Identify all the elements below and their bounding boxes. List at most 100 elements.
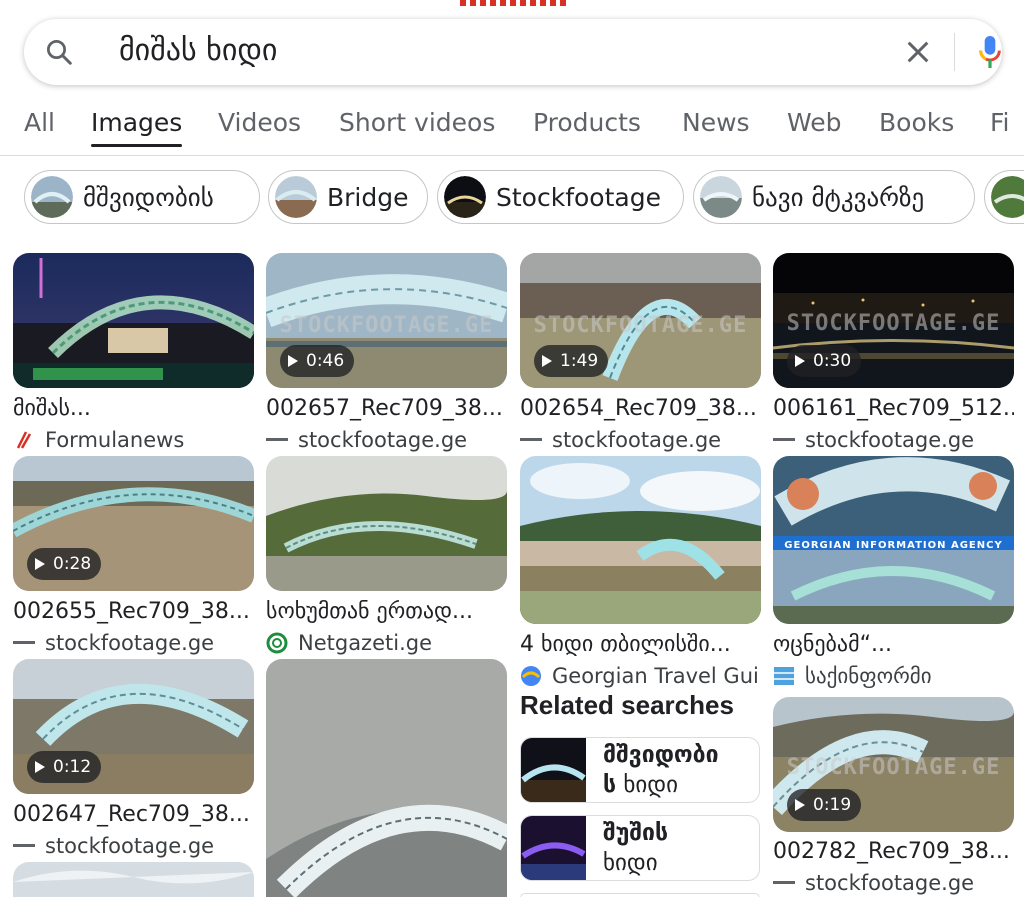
related-search-item[interactable]: შუშის ხიდი: [520, 815, 760, 881]
result-source[interactable]: stockfootage.ge: [13, 631, 254, 655]
result-source[interactable]: საქინფორმი: [773, 664, 1014, 688]
result-source[interactable]: Netgazeti.ge: [266, 631, 507, 655]
play-icon: [35, 761, 45, 773]
result-image[interactable]: [13, 253, 254, 388]
watermark-text: GEORGIAN INFORMATION AGENCY: [784, 540, 1003, 551]
result-image[interactable]: [266, 456, 507, 591]
clear-icon[interactable]: [902, 36, 934, 68]
result-title[interactable]: 002657_Rec709_38...: [266, 396, 507, 421]
result-image[interactable]: [266, 659, 507, 897]
image-result[interactable]: STOCKFOOTAGE.GE 0:46 002657_Rec709_38...…: [266, 253, 507, 452]
microphone-icon[interactable]: [974, 33, 1006, 71]
filter-chips: მშვიდობის Bridge Stockfootage ნავი მტკვა…: [0, 170, 1024, 226]
chip-stockfootage[interactable]: Stockfootage: [437, 170, 684, 224]
video-duration-badge: 0:28: [27, 548, 102, 580]
tab-web[interactable]: Web: [787, 108, 842, 137]
related-searches-heading: Related searches: [520, 690, 734, 720]
netgazeti-icon: [266, 632, 288, 654]
result-source[interactable]: Georgian Travel Gui: [520, 664, 761, 688]
travel-guide-icon: [520, 665, 542, 687]
source-label: Georgian Travel Gui: [552, 664, 759, 688]
chip-peace[interactable]: მშვიდობის: [24, 170, 260, 224]
stockfootage-icon: [13, 835, 35, 857]
related-search-item[interactable]: [520, 893, 760, 897]
result-source[interactable]: stockfootage.ge: [520, 428, 761, 452]
stockfootage-icon: [520, 429, 542, 451]
source-label: stockfootage.ge: [805, 871, 975, 895]
chip-label: მშვიდობის: [83, 182, 214, 212]
stockfootage-icon: [13, 632, 35, 654]
play-icon: [542, 355, 552, 367]
source-label: Formulanews: [45, 428, 185, 452]
result-title[interactable]: 006161_Rec709_512...: [773, 396, 1014, 421]
image-result[interactable]: სოხუმთან ერთად... Netgazeti.ge: [266, 456, 507, 655]
tab-images[interactable]: Images: [91, 108, 183, 147]
result-image[interactable]: [13, 862, 254, 897]
result-title[interactable]: მიშას...: [13, 396, 254, 421]
tab-videos[interactable]: Videos: [218, 108, 301, 137]
watermark-text: STOCKFOOTAGE.GE: [786, 311, 1001, 336]
stockfootage-icon: [773, 872, 795, 894]
source-label: საქინფორმი: [805, 664, 932, 688]
result-title[interactable]: 4 ხიდი თბილისში...: [520, 632, 761, 657]
result-title[interactable]: 002782_Rec709_38...: [773, 839, 1014, 864]
tab-short-videos[interactable]: Short videos: [339, 108, 495, 137]
result-title[interactable]: ოცნებამ“...: [773, 632, 1014, 657]
related-search-item[interactable]: მშვიდობი ს ხიდი: [520, 737, 760, 803]
image-result[interactable]: STOCKFOOTAGE.GE 1:49 002654_Rec709_38...…: [520, 253, 761, 452]
sakinformi-icon: [773, 665, 795, 687]
search-icon[interactable]: [44, 37, 74, 67]
related-thumbnail: [521, 816, 586, 880]
source-label: stockfootage.ge: [45, 631, 215, 655]
search-tabs: All Images Videos Short videos Products …: [0, 108, 1024, 156]
search-bar[interactable]: მიშას ხიდი: [24, 19, 1002, 85]
video-duration-badge: 0:12: [27, 751, 102, 783]
image-result[interactable]: 0:12 002647_Rec709_38... stockfootage.ge: [13, 659, 254, 858]
result-title[interactable]: სოხუმთან ერთად...: [266, 599, 507, 624]
result-title[interactable]: 002654_Rec709_38...: [520, 396, 761, 421]
source-label: stockfootage.ge: [298, 428, 468, 452]
watermark-text: STOCKFOOTAGE.GE: [279, 313, 494, 338]
tab-all[interactable]: All: [24, 108, 55, 137]
related-thumbnail: [521, 738, 586, 802]
tab-products[interactable]: Products: [533, 108, 641, 137]
play-icon: [35, 558, 45, 570]
result-title[interactable]: 002655_Rec709_38...: [13, 599, 254, 624]
search-divider: [954, 33, 955, 71]
image-result[interactable]: STOCKFOOTAGE.GE 0:19 002782_Rec709_38...…: [773, 697, 1014, 897]
result-source[interactable]: stockfootage.ge: [13, 834, 254, 858]
chip-more[interactable]: [984, 170, 1024, 224]
chip-boat[interactable]: ნავი მტკვარზე: [693, 170, 975, 224]
image-result[interactable]: მიშას... Formulanews: [13, 253, 254, 452]
result-source[interactable]: Formulanews: [13, 428, 254, 452]
chip-bridge[interactable]: Bridge: [268, 170, 428, 224]
image-result[interactable]: 4 ხიდი თბილისში... Georgian Travel Gui: [520, 456, 761, 690]
chip-thumbnail: [275, 176, 317, 218]
chip-thumbnail: [991, 176, 1024, 218]
chip-thumbnail: [444, 176, 486, 218]
image-result[interactable]: 0:28 002655_Rec709_38... stockfootage.ge: [13, 456, 254, 655]
tab-news[interactable]: News: [682, 108, 750, 137]
image-result[interactable]: [266, 659, 507, 897]
result-image[interactable]: [520, 456, 761, 624]
video-duration-badge: 0:30: [787, 345, 862, 377]
result-source[interactable]: stockfootage.ge: [773, 428, 1014, 452]
play-icon: [795, 799, 805, 811]
result-title[interactable]: 002647_Rec709_38...: [13, 802, 254, 827]
chip-label: Bridge: [327, 182, 409, 212]
image-result[interactable]: [13, 862, 254, 897]
tab-books[interactable]: Books: [879, 108, 954, 137]
related-search-label: შუშის ხიდი: [603, 820, 669, 876]
watermark-text: STOCKFOOTAGE.GE: [786, 755, 1001, 780]
chip-label: ნავი მტკვარზე: [752, 182, 925, 212]
image-result[interactable]: STOCKFOOTAGE.GE 0:30 006161_Rec709_512..…: [773, 253, 1014, 452]
result-source[interactable]: stockfootage.ge: [266, 428, 507, 452]
source-label: stockfootage.ge: [45, 834, 215, 858]
chip-thumbnail: [700, 176, 742, 218]
source-label: stockfootage.ge: [805, 428, 975, 452]
result-source[interactable]: stockfootage.ge: [773, 871, 1014, 895]
search-input[interactable]: მიშას ხიდი: [119, 33, 277, 68]
image-result[interactable]: GEORGIAN INFORMATION AGENCY ოცნებამ“... …: [773, 456, 1014, 690]
video-duration-badge: 0:19: [787, 789, 862, 821]
tab-more[interactable]: Fi: [990, 108, 1010, 137]
